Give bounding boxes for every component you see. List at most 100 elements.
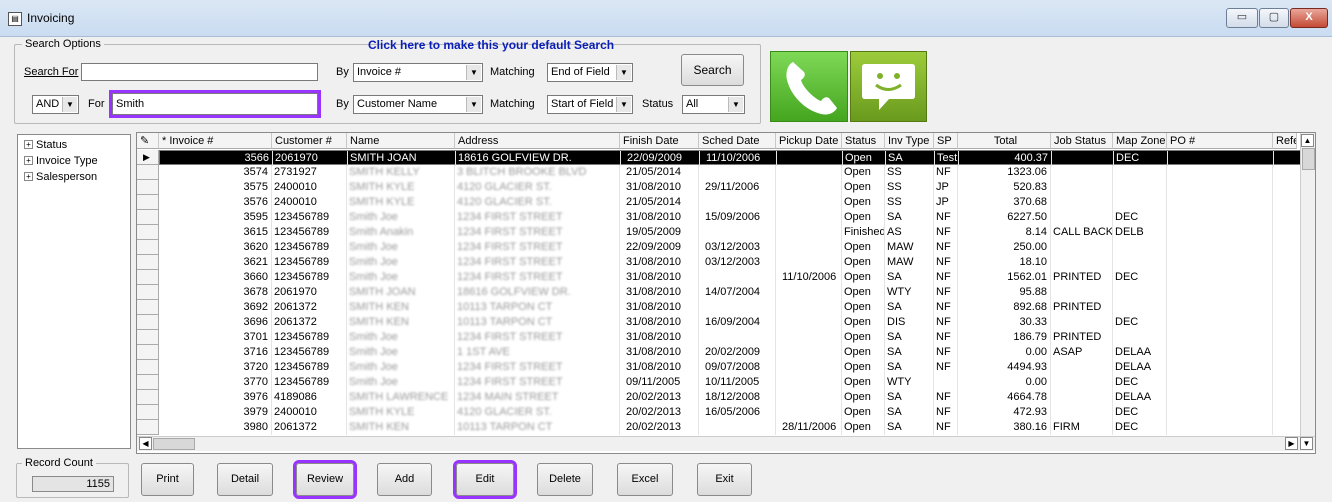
table-row[interactable]: 3716 123456789 Smith Joe 1 1ST AVE 31/08/201… <box>159 345 1315 360</box>
row-selector[interactable] <box>137 390 159 405</box>
row-selector[interactable] <box>137 420 159 435</box>
table-row[interactable]: 3696 2061372 SMITH KEN 10113 TARPON CT 31/08… <box>159 315 1315 330</box>
row-selector[interactable] <box>137 405 159 420</box>
table-row[interactable]: 3574 2731927 SMITH KELLY 3 BLITCH BROOKE BL… <box>159 165 1315 180</box>
row-selector[interactable] <box>137 195 159 210</box>
phone-button[interactable] <box>770 51 848 122</box>
default-search-link[interactable]: Click here to make this your default Sea… <box>368 38 614 52</box>
table-row[interactable]: 3980 2061372 SMITH KEN 10113 TARPON CT 20/02… <box>159 420 1315 435</box>
row-selector[interactable] <box>137 240 159 255</box>
table-row[interactable]: 3770 123456789 Smith Joe 1234 FIRST STREET 0… <box>159 375 1315 390</box>
table-row[interactable]: 3976 4189086 SMITH LAWRENCE 1234 MAIN STREE… <box>159 390 1315 405</box>
column-header[interactable]: Status <box>842 133 885 149</box>
table-cell <box>776 210 842 225</box>
tree-node-status[interactable]: + Status <box>24 139 67 151</box>
table-row[interactable]: 3979 2400010 SMITH KYLE 4120 GLACIER ST. 20/… <box>159 405 1315 420</box>
column-header[interactable]: Finish Date <box>620 133 699 149</box>
column-header[interactable]: Map Zone <box>1113 133 1167 149</box>
horizontal-scrollbar[interactable]: ◀ ▼ ▶ <box>137 436 1315 451</box>
column-header[interactable]: Name <box>347 133 455 149</box>
row-selector[interactable] <box>137 225 159 240</box>
column-header[interactable]: Sched Date <box>699 133 776 149</box>
table-row[interactable]: 3720 123456789 Smith Joe 1234 FIRST STREET 3… <box>159 360 1315 375</box>
add-button[interactable]: Add <box>377 463 432 496</box>
print-button[interactable]: Print <box>141 463 194 496</box>
matching-select-2[interactable]: Start of Field ▼ <box>547 95 633 114</box>
review-button[interactable]: Review <box>293 460 357 499</box>
row-selector[interactable] <box>137 210 159 225</box>
search-for-input[interactable] <box>81 63 318 81</box>
delete-button[interactable]: Delete <box>537 463 593 496</box>
row-selector[interactable] <box>137 300 159 315</box>
cell-text: SMITH KEN <box>349 316 409 328</box>
invoice-grid[interactable]: ✎ * Invoice # Customer # Name Address Finish … <box>136 132 1316 454</box>
table-row[interactable]: 3692 2061372 SMITH KEN 10113 TARPON CT 31/08… <box>159 300 1315 315</box>
table-cell <box>1167 330 1273 345</box>
row-selector[interactable] <box>137 270 159 285</box>
row-selector[interactable] <box>137 360 159 375</box>
cell-text: Open <box>844 256 871 268</box>
scroll-down-icon[interactable]: ▼ <box>1300 437 1313 450</box>
scroll-thumb[interactable] <box>1302 148 1315 170</box>
expand-icon[interactable]: + <box>24 156 33 165</box>
column-header[interactable]: Customer # <box>272 133 347 149</box>
column-header[interactable]: Total <box>958 133 1051 149</box>
cell-text: NF <box>936 421 951 433</box>
expand-icon[interactable]: + <box>24 172 33 181</box>
cell-text: DEC <box>1115 271 1139 283</box>
table-row[interactable]: 3678 2061970 SMITH JOAN 18616 GOLFVIEW DR. 3… <box>159 285 1315 300</box>
scroll-up-icon[interactable]: ▲ <box>1301 134 1314 147</box>
table-row[interactable]: 3575 2400010 SMITH KYLE 4120 GLACIER ST. 31/… <box>159 180 1315 195</box>
column-header[interactable]: Pickup Date <box>776 133 842 149</box>
vertical-scrollbar[interactable]: ▲ <box>1300 133 1315 436</box>
tree-node-invoice-type[interactable]: + Invoice Type <box>24 155 98 167</box>
status-select[interactable]: All ▼ <box>682 95 745 114</box>
edit-pencil-icon[interactable]: ✎ <box>137 133 159 149</box>
search-by-select-1[interactable]: Invoice # ▼ <box>353 63 483 82</box>
row-selector[interactable] <box>137 165 159 180</box>
column-header[interactable]: Address <box>455 133 620 149</box>
edit-button[interactable]: Edit <box>453 460 517 499</box>
column-header[interactable]: PO # <box>1167 133 1273 149</box>
scroll-right-icon[interactable]: ▶ <box>1285 437 1298 450</box>
table-row[interactable]: 3660 123456789 Smith Joe 1234 FIRST STREET 3… <box>159 270 1315 285</box>
column-header[interactable]: SP <box>934 133 958 149</box>
sms-button[interactable] <box>850 51 927 122</box>
table-row[interactable]: 3595 123456789 Smith Joe 1234 FIRST STREET 3… <box>159 210 1315 225</box>
table-row[interactable]: 3620 123456789 Smith Joe 1234 FIRST STREET 2… <box>159 240 1315 255</box>
matching-select-1[interactable]: End of Field ▼ <box>547 63 633 82</box>
table-row[interactable]: 3576 2400010 SMITH KYLE 4120 GLACIER ST. 21/… <box>159 195 1315 210</box>
row-selector[interactable] <box>137 315 159 330</box>
row-selector[interactable] <box>137 375 159 390</box>
row-selector[interactable] <box>137 180 159 195</box>
detail-button[interactable]: Detail <box>217 463 273 496</box>
search-by-select-2[interactable]: Customer Name ▼ <box>353 95 483 114</box>
cell-text: 2061372 <box>274 421 317 433</box>
minimize-button[interactable]: ▭ <box>1226 8 1258 28</box>
tree-node-salesperson[interactable]: + Salesperson <box>24 171 97 183</box>
and-or-select[interactable]: AND ▼ <box>32 95 79 114</box>
column-header[interactable]: Refe <box>1273 133 1297 149</box>
column-header[interactable]: Job Status <box>1051 133 1113 149</box>
column-header[interactable]: * Invoice # <box>159 133 272 149</box>
excel-button[interactable]: Excel <box>617 463 673 496</box>
close-button[interactable]: X <box>1290 8 1328 28</box>
hscroll-thumb[interactable] <box>153 438 195 450</box>
row-selector[interactable]: ▶ <box>137 150 159 165</box>
search-button[interactable]: Search <box>681 54 744 86</box>
row-selector[interactable] <box>137 285 159 300</box>
expand-icon[interactable]: + <box>24 140 33 149</box>
column-header[interactable]: Inv Type <box>885 133 934 149</box>
table-row[interactable]: 3621 123456789 Smith Joe 1234 FIRST STREET 3… <box>159 255 1315 270</box>
for-input[interactable]: Smith <box>109 90 321 118</box>
row-selector[interactable] <box>137 255 159 270</box>
table-row[interactable]: 3566 2061970 SMITH JOAN 18616 GOLFVIEW DR. 2… <box>159 150 1315 166</box>
exit-button[interactable]: Exit <box>697 463 752 496</box>
maximize-button[interactable]: ▢ <box>1259 8 1289 28</box>
cell-text: AS <box>887 226 902 238</box>
table-row[interactable]: 3615 123456789 Smith Anakin 1234 FIRST STRE… <box>159 225 1315 240</box>
row-selector[interactable] <box>137 345 159 360</box>
row-selector[interactable] <box>137 330 159 345</box>
scroll-left-icon[interactable]: ◀ <box>139 437 152 450</box>
table-row[interactable]: 3701 123456789 Smith Joe 1234 FIRST STREET 3… <box>159 330 1315 345</box>
